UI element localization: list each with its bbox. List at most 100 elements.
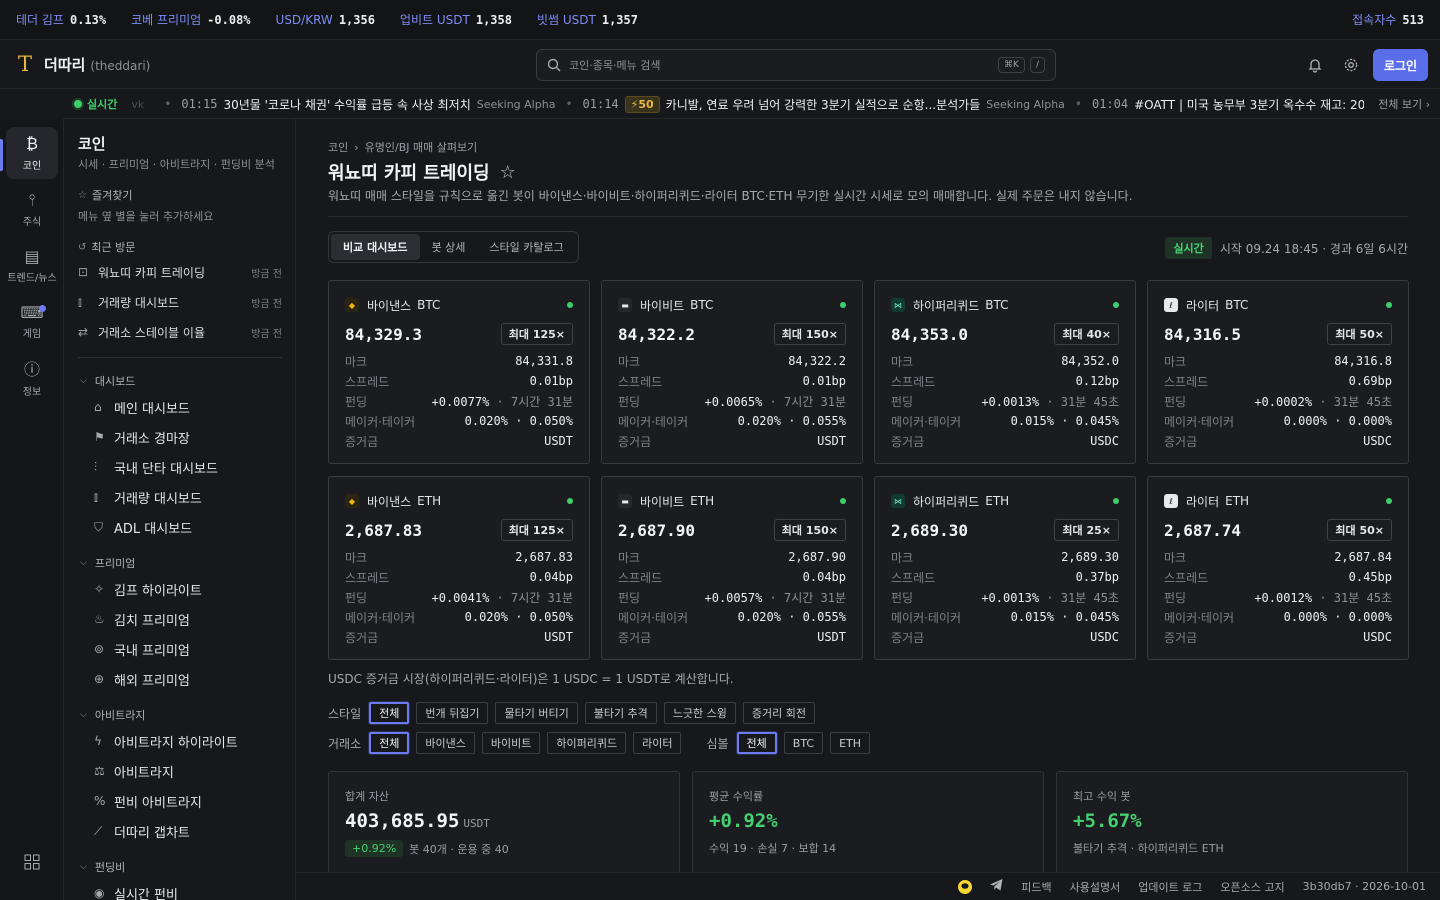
ticker-upbit-usdt[interactable]: 업비트 USDT 1,358: [400, 11, 512, 28]
news-title[interactable]: 카니발, 연료 우려 넘어 강력한 3분기 실적으로 순항...분석가들: [666, 96, 981, 113]
login-button[interactable]: 로그인: [1373, 49, 1428, 81]
tab-style-catalog[interactable]: 스타일 카탈로그: [477, 234, 575, 260]
style-filter-chip[interactable]: 전체: [369, 702, 410, 724]
exchange-filter-chip[interactable]: 하이퍼리퀴드: [547, 732, 627, 754]
exchange-name: 라이터: [1186, 494, 1220, 509]
nav-domestic-scalp[interactable]: ⫶ 국내 단타 대시보드: [94, 452, 218, 482]
group-funding[interactable]: ⌵ 펀딩비: [80, 859, 125, 875]
rail-item-stock[interactable]: ⫯ 주식: [6, 183, 58, 235]
group-premium[interactable]: ⌵ 프리미엄: [80, 555, 135, 571]
breadcrumb-item[interactable]: 유명인/BJ 매매 살펴보기: [365, 141, 478, 154]
style-filter-chip[interactable]: 느긋한 스윙: [663, 702, 736, 724]
ticker-tether-kimp[interactable]: 테더 김프 0.13%: [16, 11, 106, 28]
favorite-star-icon[interactable]: ☆: [500, 162, 516, 183]
rail-item-game[interactable]: ⌨ 게임: [6, 295, 58, 347]
exchange-card[interactable]: ◆ 바이낸스 BTC 84,329.3 최대 125× 마크 84,331.8 스프레드 0.0…: [328, 280, 590, 464]
exchange-filter-chip[interactable]: 바이비트: [481, 732, 541, 754]
exchange-logo-icon: ◆: [345, 494, 359, 508]
card-row: 펀딩 +0.0002% · 31분 45초: [1164, 394, 1392, 409]
group-dashboard[interactable]: ⌵ 대시보드: [80, 373, 135, 389]
breadcrumb-item[interactable]: 코인: [328, 141, 348, 154]
exchange-card[interactable]: ▬ 바이비트 ETH 2,687.90 최대 150× 마크 2,687.90 스프레드 0.0…: [601, 476, 863, 660]
online-users: 접속자수 513: [1352, 12, 1424, 28]
top-header: T 더따리 (theddari) 코인·종목·메뉴 검색 ⌘K / 로그인: [0, 40, 1440, 89]
footer-changelog-link[interactable]: 업데이트 로그: [1138, 879, 1202, 895]
news-view-all-link[interactable]: 전체 보기 ›: [1364, 90, 1430, 118]
tab-compare-dashboard[interactable]: 비교 대시보드: [331, 234, 420, 260]
card-row: 스프레드 0.37bp: [891, 570, 1119, 585]
bot-icon: ⊡: [78, 265, 89, 279]
build-version: 3b30db7 · 2026-10-01: [1302, 880, 1426, 893]
exchange-filter-chip[interactable]: 전체: [369, 732, 410, 754]
style-filter: 스타일 전체 번개 뒤집기 물타기 버티기 불타기 추격 느긋한 스윙 증거리 회전: [328, 702, 822, 724]
symbol-filter-chip[interactable]: BTC: [783, 732, 824, 754]
nav-arbitrage[interactable]: ⚖ 아비트라지: [94, 756, 174, 786]
exchange-filter-chip[interactable]: 바이낸스: [416, 732, 475, 754]
nav-volume-dashboard[interactable]: ⫾ 거래량 대시보드: [94, 482, 202, 512]
exchange-filter-chip[interactable]: 라이터: [633, 732, 682, 754]
nav-gap-chart[interactable]: ⟋ 더따리 갭차트: [94, 816, 190, 846]
session-status: 실시간 시작 09.24 18:45 · 경과 6일 6시간: [1165, 237, 1408, 259]
news-time: 01:04: [1091, 97, 1129, 111]
search-input[interactable]: 코인·종목·메뉴 검색 ⌘K /: [536, 49, 1056, 81]
style-filter-chip[interactable]: 번개 뒤집기: [416, 702, 489, 724]
group-arbitrage[interactable]: ⌵ 아비트라지: [80, 707, 145, 723]
sidebar-divider: [78, 357, 282, 358]
symbol-name: BTC: [1225, 298, 1249, 312]
exchange-card[interactable]: ℓ 라이터 BTC 84,316.5 최대 50× 마크 84,316.8 스프레드 0.69b…: [1147, 280, 1409, 464]
style-filter-chip[interactable]: 불타기 추격: [584, 702, 657, 724]
exchange-logo-icon: ℓ: [1164, 298, 1178, 312]
apps-grid-icon[interactable]: [6, 835, 58, 889]
rail-item-info[interactable]: ⓘ 정보: [6, 351, 58, 403]
style-filter-chip[interactable]: 증거리 회전: [742, 702, 816, 724]
kakaotalk-icon[interactable]: [958, 879, 973, 894]
nav-arb-highlight[interactable]: ϟ 아비트라지 하이라이트: [94, 726, 238, 756]
notification-bell-icon[interactable]: [1301, 51, 1329, 79]
session-time: 시작 09.24 18:45 · 경과 6일 6시간: [1219, 241, 1408, 256]
telegram-icon[interactable]: [990, 879, 1003, 894]
card-row: 증거금 USDC: [891, 434, 1119, 449]
settings-gear-icon[interactable]: [1337, 51, 1365, 79]
nav-live-funding[interactable]: ◉ 실시간 펀비: [94, 878, 178, 900]
live-dot-icon: [74, 100, 82, 108]
rail-item-trends[interactable]: ▤ 트렌드/뉴스: [6, 239, 58, 291]
footer-oss-link[interactable]: 오픈소스 고지: [1220, 879, 1284, 895]
recent-item[interactable]: ⊡ 워뇨띠 카피 트레이딩 방금 전: [78, 257, 282, 287]
ticker-bithumb-usdt[interactable]: 빗썸 USDT 1,357: [537, 11, 638, 28]
footer-manual-link[interactable]: 사용설명서: [1070, 879, 1121, 895]
exchange-card[interactable]: ℓ 라이터 ETH 2,687.74 최대 50× 마크 2,687.84 스프레드 0.45b…: [1147, 476, 1409, 660]
footer-feedback-link[interactable]: 피드백: [1021, 879, 1051, 895]
tab-bot-detail[interactable]: 봇 상세: [420, 234, 478, 260]
brand-logo[interactable]: T: [18, 52, 32, 76]
symbol-filter-chip[interactable]: 전체: [736, 732, 777, 754]
price-value: 2,687.74: [1164, 520, 1242, 540]
brand-name[interactable]: 더따리: [44, 54, 85, 75]
exchange-card[interactable]: ⋈ 하이퍼리퀴드 ETH 2,689.30 최대 25× 마크 2,689.30 스프레드 0.…: [874, 476, 1136, 660]
nav-main-dashboard[interactable]: ⌂ 메인 대시보드: [94, 392, 190, 422]
rail-item-coin[interactable]: ₿ 코인: [6, 127, 58, 179]
exchange-card[interactable]: ◆ 바이낸스 ETH 2,687.83 최대 125× 마크 2,687.83 스프레드 0.0…: [328, 476, 590, 660]
nav-funding-arb[interactable]: % 펀비 아비트라지: [94, 786, 202, 816]
nav-overseas-premium[interactable]: ⊕ 해외 프리미엄: [94, 664, 190, 694]
news-title[interactable]: #OATT | 미국 농무부 3분기 옥수수 재고: 20억 부셸: [1134, 96, 1402, 113]
recent-item[interactable]: ⇄ 거래소 스테이블 이율 방금 전: [78, 317, 282, 347]
recent-item[interactable]: ⫾ 거래량 대시보드 방금 전: [78, 287, 282, 317]
nav-adl-dashboard[interactable]: ⛉ ADL 대시보드: [94, 512, 192, 542]
bitcoin-icon: ₿: [26, 134, 38, 153]
ticker-coinbase-premium[interactable]: 코베 프리미엄 -0.08%: [131, 11, 250, 28]
symbol-filter-chip[interactable]: ETH: [830, 732, 871, 754]
recent-header: ↺ 최근 방문: [78, 241, 136, 254]
sidebar-subtitle: 시세 · 프리미엄 · 아비트라지 · 펀딩비 분석: [78, 158, 275, 171]
nav-kimp-highlight[interactable]: ✧ 김프 하이라이트: [94, 574, 202, 604]
exchange-card[interactable]: ⋈ 하이퍼리퀴드 BTC 84,353.0 최대 40× 마크 84,352.0 스프레드 0.…: [874, 280, 1136, 464]
card-row: 스프레드 0.01bp: [618, 374, 846, 389]
search-icon: [547, 58, 561, 72]
exchange-card[interactable]: ▬ 바이비트 BTC 84,322.2 최대 150× 마크 84,322.2 스프레드 0.0…: [601, 280, 863, 464]
nav-kimchi-premium[interactable]: ♨ 김치 프리미엄: [94, 604, 190, 634]
nav-domestic-premium[interactable]: ⊚ 국내 프리미엄: [94, 634, 190, 664]
chevron-down-icon: ⌵: [80, 376, 87, 386]
news-title[interactable]: 30년물 '코로나 채권' 수익률 급등 속 사상 최저치: [223, 96, 470, 113]
nav-exchange-race[interactable]: ⚑ 거래소 경마장: [94, 422, 190, 452]
ticker-usdkrw[interactable]: USD/KRW 1,356: [276, 13, 375, 27]
style-filter-chip[interactable]: 물타기 버티기: [495, 702, 578, 724]
